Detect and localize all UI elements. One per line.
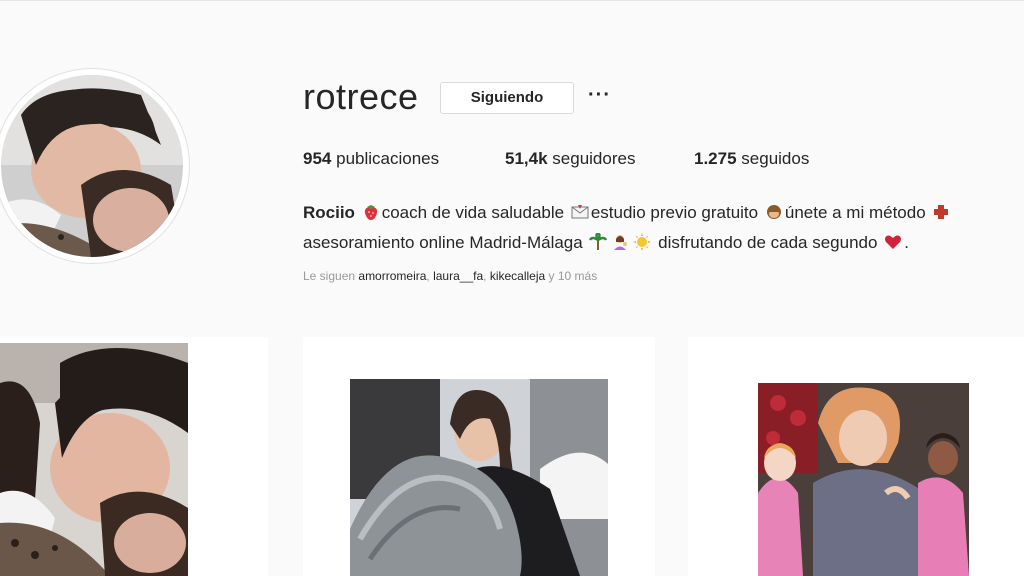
following-count: 1.275 bbox=[694, 149, 737, 168]
followed-by: Le siguen amorromeira, laura__fa, kikeca… bbox=[303, 269, 597, 283]
strawberry-icon bbox=[364, 205, 377, 220]
monkey-icon bbox=[766, 205, 781, 219]
post-tile-3[interactable] bbox=[688, 337, 1024, 576]
post-image-1[interactable] bbox=[0, 343, 188, 576]
cut-off-icon bbox=[934, 205, 949, 219]
heart-icon bbox=[885, 235, 902, 249]
bio-text-disfrutando: disfrutando de cada segundo bbox=[658, 233, 878, 252]
followers-stat[interactable]: 51,4k seguidores bbox=[505, 149, 635, 169]
envelope-icon bbox=[571, 205, 589, 219]
profile-avatar-ring[interactable] bbox=[0, 68, 190, 264]
profile-bio: Rociio coach de vida saludable estudio p… bbox=[303, 198, 952, 258]
bio-line-1: Rociio coach de vida saludable estudio p… bbox=[303, 198, 952, 228]
profile-avatar[interactable] bbox=[1, 75, 183, 257]
following-button[interactable]: Siguiendo bbox=[440, 82, 574, 114]
followed-by-user-2[interactable]: laura__fa bbox=[433, 269, 483, 283]
bio-name: Rociio bbox=[303, 203, 355, 222]
woman-tipping-hand-icon bbox=[614, 235, 628, 250]
followed-by-sep-1: , bbox=[426, 269, 430, 283]
bio-end-period: . bbox=[904, 233, 909, 252]
post-image-2[interactable] bbox=[350, 379, 608, 576]
followed-by-prefix: Le siguen bbox=[303, 269, 356, 283]
followed-by-user-3[interactable]: kikecalleja bbox=[490, 269, 545, 283]
post-image-3[interactable] bbox=[758, 383, 969, 576]
bio-text-asesoramiento: asesoramiento online Madrid-Málaga bbox=[303, 233, 583, 252]
followers-label: seguidores bbox=[552, 149, 636, 168]
bio-text-coach: coach de vida saludable bbox=[381, 203, 565, 222]
posts-count: 954 bbox=[303, 149, 332, 168]
following-stat[interactable]: 1.275 seguidos bbox=[694, 149, 809, 169]
profile-username: rotrece bbox=[303, 76, 419, 117]
post-tile-1[interactable] bbox=[0, 337, 268, 576]
followed-by-sep-2: , bbox=[483, 269, 487, 283]
following-label: seguidos bbox=[741, 149, 810, 168]
followed-by-more[interactable]: y 10 más bbox=[549, 269, 598, 283]
posts-label: publicaciones bbox=[336, 149, 440, 168]
sun-icon bbox=[633, 233, 652, 251]
followers-count: 51,4k bbox=[505, 149, 548, 168]
followed-by-user-1[interactable]: amorromeira bbox=[358, 269, 426, 283]
palm-tree-icon bbox=[589, 233, 608, 250]
bio-line-2: asesoramiento online Madrid-Málaga disfr… bbox=[303, 228, 952, 258]
more-dots-icon[interactable]: ··· bbox=[588, 84, 611, 107]
top-divider bbox=[0, 0, 1024, 1]
post-tile-2[interactable] bbox=[303, 337, 655, 576]
posts-stat: 954 publicaciones bbox=[303, 149, 439, 169]
bio-text-estudio: estudio previo gratuito bbox=[590, 203, 759, 222]
bio-text-unete: únete a mi método bbox=[784, 203, 926, 222]
